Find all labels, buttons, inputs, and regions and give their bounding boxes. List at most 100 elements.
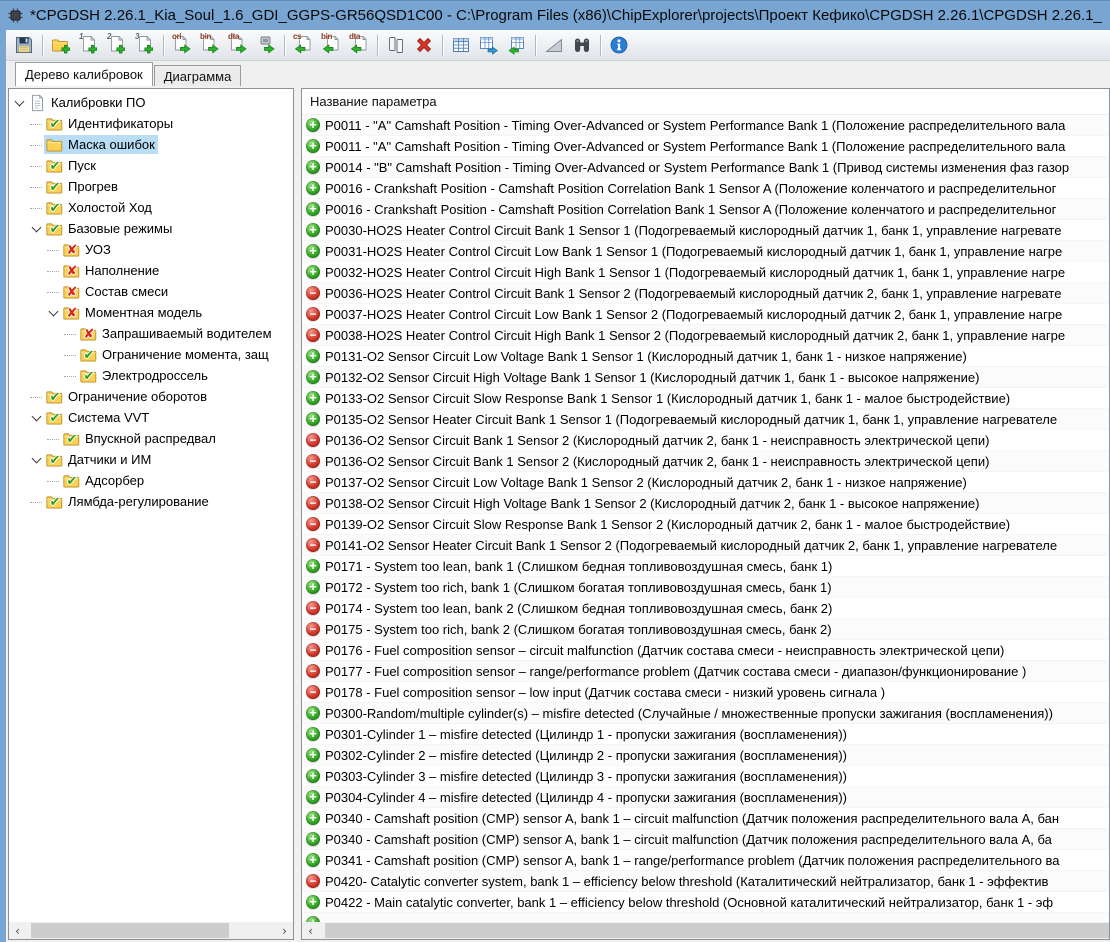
tab-calibration-tree[interactable]: Дерево калибровок <box>15 62 153 86</box>
scroll-left-arrow-icon[interactable]: ‹ <box>9 922 26 939</box>
dtc-row[interactable]: P0174 - System too lean, bank 2 (Слишком… <box>302 598 1109 619</box>
dtc-row[interactable]: P0011 - "A" Camshaft Position - Timing O… <box>302 115 1109 136</box>
dtc-row[interactable]: P0016 - Crankshaft Position - Camshaft P… <box>302 199 1109 220</box>
dtc-row[interactable]: P0176 - Fuel composition sensor – circui… <box>302 640 1109 661</box>
dtc-row[interactable]: P0303-Cylinder 3 – misfire detected (Цил… <box>302 766 1109 787</box>
dtc-row[interactable]: P0302-Cylinder 2 – misfire detected (Цил… <box>302 745 1109 766</box>
expand-chevron-icon[interactable] <box>30 159 44 173</box>
expand-chevron-icon[interactable] <box>30 411 44 425</box>
dtc-row[interactable]: P0171 - System too lean, bank 1 (Слишком… <box>302 556 1109 577</box>
dtc-row[interactable]: P0340 - Camshaft position (CMP) sensor A… <box>302 808 1109 829</box>
dtc-row[interactable]: P0011 - "A" Camshaft Position - Timing O… <box>302 136 1109 157</box>
tree-item[interactable]: ✔ Пуск <box>9 155 293 176</box>
tree-item[interactable]: ✔ Электродроссель <box>9 365 293 386</box>
import-cs-button[interactable]: cs <box>290 32 316 58</box>
dtc-row[interactable]: P0178 - Fuel composition sensor – low in… <box>302 682 1109 703</box>
scroll-right-arrow-icon[interactable]: › <box>276 922 293 939</box>
dtc-row[interactable]: P0133-O2 Sensor Circuit Slow Response Ba… <box>302 388 1109 409</box>
titlebar[interactable]: *CPGDSH 2.26.1_Kia_Soul_1.6_GDI_GGPS-GR5… <box>0 0 1110 30</box>
dtc-row[interactable] <box>302 913 1109 922</box>
expand-chevron-icon[interactable] <box>47 474 61 488</box>
expand-chevron-icon[interactable] <box>30 390 44 404</box>
tree-item[interactable]: ✔ Идентификаторы <box>9 113 293 134</box>
expand-chevron-icon[interactable] <box>64 327 78 341</box>
dtc-row[interactable]: P0422 - Main catalytic converter, bank 1… <box>302 892 1109 913</box>
dtc-row[interactable]: P0136-O2 Sensor Circuit Bank 1 Sensor 2 … <box>302 451 1109 472</box>
expand-chevron-icon[interactable] <box>30 138 44 152</box>
save-button[interactable] <box>11 32 37 58</box>
dtc-row[interactable]: P0037-HO2S Heater Control Circuit Low Ba… <box>302 304 1109 325</box>
tree-item[interactable]: ✔ Лямбда-регулирование <box>9 491 293 512</box>
dtc-row[interactable]: P0031-HO2S Heater Control Circuit Low Ba… <box>302 241 1109 262</box>
compare-button[interactable] <box>383 32 409 58</box>
dtc-row[interactable]: P0141-O2 Sensor Heater Circuit Bank 1 Se… <box>302 535 1109 556</box>
dtc-row[interactable]: P0420- Catalytic converter system, bank … <box>302 871 1109 892</box>
tree-item[interactable]: Калибровки ПО <box>9 92 293 113</box>
dtc-row[interactable]: P0301-Cylinder 1 – misfire detected (Цил… <box>302 724 1109 745</box>
slope-button[interactable] <box>541 32 567 58</box>
dtc-row[interactable]: P0135-O2 Sensor Heater Circuit Bank 1 Se… <box>302 409 1109 430</box>
add-file-2-button[interactable]: 2 <box>104 32 130 58</box>
import-bin-button[interactable]: bin <box>318 32 344 58</box>
expand-chevron-icon[interactable] <box>47 264 61 278</box>
import-dta-button[interactable]: dta <box>346 32 372 58</box>
add-file-1-button[interactable]: 1 <box>76 32 102 58</box>
table-export-button[interactable] <box>476 32 502 58</box>
expand-chevron-icon[interactable] <box>64 348 78 362</box>
dtc-row[interactable]: P0136-O2 Sensor Circuit Bank 1 Sensor 2 … <box>302 430 1109 451</box>
dtc-row[interactable]: P0304-Cylinder 4 – misfire detected (Цил… <box>302 787 1109 808</box>
add-folder-button[interactable] <box>48 32 74 58</box>
list-horizontal-scrollbar[interactable]: ‹ <box>302 922 1109 939</box>
add-file-3-button[interactable]: 3 <box>132 32 158 58</box>
dtc-row[interactable]: P0139-O2 Sensor Circuit Slow Response Ba… <box>302 514 1109 535</box>
dtc-row[interactable]: P0014 - "B" Camshaft Position - Timing O… <box>302 157 1109 178</box>
search-button[interactable] <box>569 32 595 58</box>
expand-chevron-icon[interactable] <box>47 285 61 299</box>
tree-item[interactable]: ✘ Наполнение <box>9 260 293 281</box>
dtc-row[interactable]: P0138-O2 Sensor Circuit High Voltage Ban… <box>302 493 1109 514</box>
tree-item[interactable]: ✔ Впускной распредвал <box>9 428 293 449</box>
expand-chevron-icon[interactable] <box>64 369 78 383</box>
table-button[interactable] <box>448 32 474 58</box>
tree-item[interactable]: ✔ Прогрев <box>9 176 293 197</box>
dtc-row[interactable]: P0300-Random/multiple cylinder(s) – misf… <box>302 703 1109 724</box>
tree-item[interactable]: ✔ Датчики и ИМ <box>9 449 293 470</box>
dtc-row[interactable]: P0175 - System too rich, bank 2 (Слишком… <box>302 619 1109 640</box>
tree-item[interactable]: ✘ Запрашиваемый водителем <box>9 323 293 344</box>
export-bin-button[interactable]: bin <box>197 32 223 58</box>
dtc-row[interactable]: P0341 - Camshaft position (CMP) sensor A… <box>302 850 1109 871</box>
expand-chevron-icon[interactable] <box>47 243 61 257</box>
scrollbar-thumb[interactable] <box>31 923 229 938</box>
dtc-row[interactable]: P0340 - Camshaft position (CMP) sensor A… <box>302 829 1109 850</box>
dtc-row[interactable]: P0177 - Fuel composition sensor – range/… <box>302 661 1109 682</box>
tree-item[interactable]: ✔ Система VVT <box>9 407 293 428</box>
export-dta-button[interactable]: dta <box>225 32 251 58</box>
scrollbar-thumb[interactable] <box>325 923 1110 938</box>
expand-chevron-icon[interactable] <box>30 453 44 467</box>
expand-chevron-icon[interactable] <box>30 117 44 131</box>
export-device-button[interactable] <box>253 32 279 58</box>
table-import-button[interactable] <box>504 32 530 58</box>
tree-item[interactable]: ✔ Холостой Ход <box>9 197 293 218</box>
expand-chevron-icon[interactable] <box>30 201 44 215</box>
expand-chevron-icon[interactable] <box>30 222 44 236</box>
tree-item[interactable]: ✔ Базовые режимы <box>9 218 293 239</box>
dtc-row[interactable]: P0131-O2 Sensor Circuit Low Voltage Bank… <box>302 346 1109 367</box>
dtc-row[interactable]: P0036-HO2S Heater Control Circuit Bank 1… <box>302 283 1109 304</box>
scroll-left-arrow-icon[interactable]: ‹ <box>302 922 319 939</box>
tree-item[interactable]: ✘ Моментная модель <box>9 302 293 323</box>
expand-chevron-icon[interactable] <box>13 96 27 110</box>
dtc-row[interactable]: P0016 - Crankshaft Position - Camshaft P… <box>302 178 1109 199</box>
expand-chevron-icon[interactable] <box>30 180 44 194</box>
tree-item[interactable]: ✘ УОЗ <box>9 239 293 260</box>
dtc-row[interactable]: P0172 - System too rich, bank 1 (Слишком… <box>302 577 1109 598</box>
expand-chevron-icon[interactable] <box>47 306 61 320</box>
tree-item[interactable]: Маска ошибок <box>9 134 293 155</box>
dtc-row[interactable]: P0030-HO2S Heater Control Circuit Bank 1… <box>302 220 1109 241</box>
tree-horizontal-scrollbar[interactable]: ‹ › <box>9 922 293 939</box>
tree-item[interactable]: ✔ Адсорбер <box>9 470 293 491</box>
delete-button[interactable] <box>411 32 437 58</box>
expand-chevron-icon[interactable] <box>47 432 61 446</box>
tree-item[interactable]: ✘ Состав смеси <box>9 281 293 302</box>
tree-item[interactable]: ✔ Ограничение момента, защ <box>9 344 293 365</box>
